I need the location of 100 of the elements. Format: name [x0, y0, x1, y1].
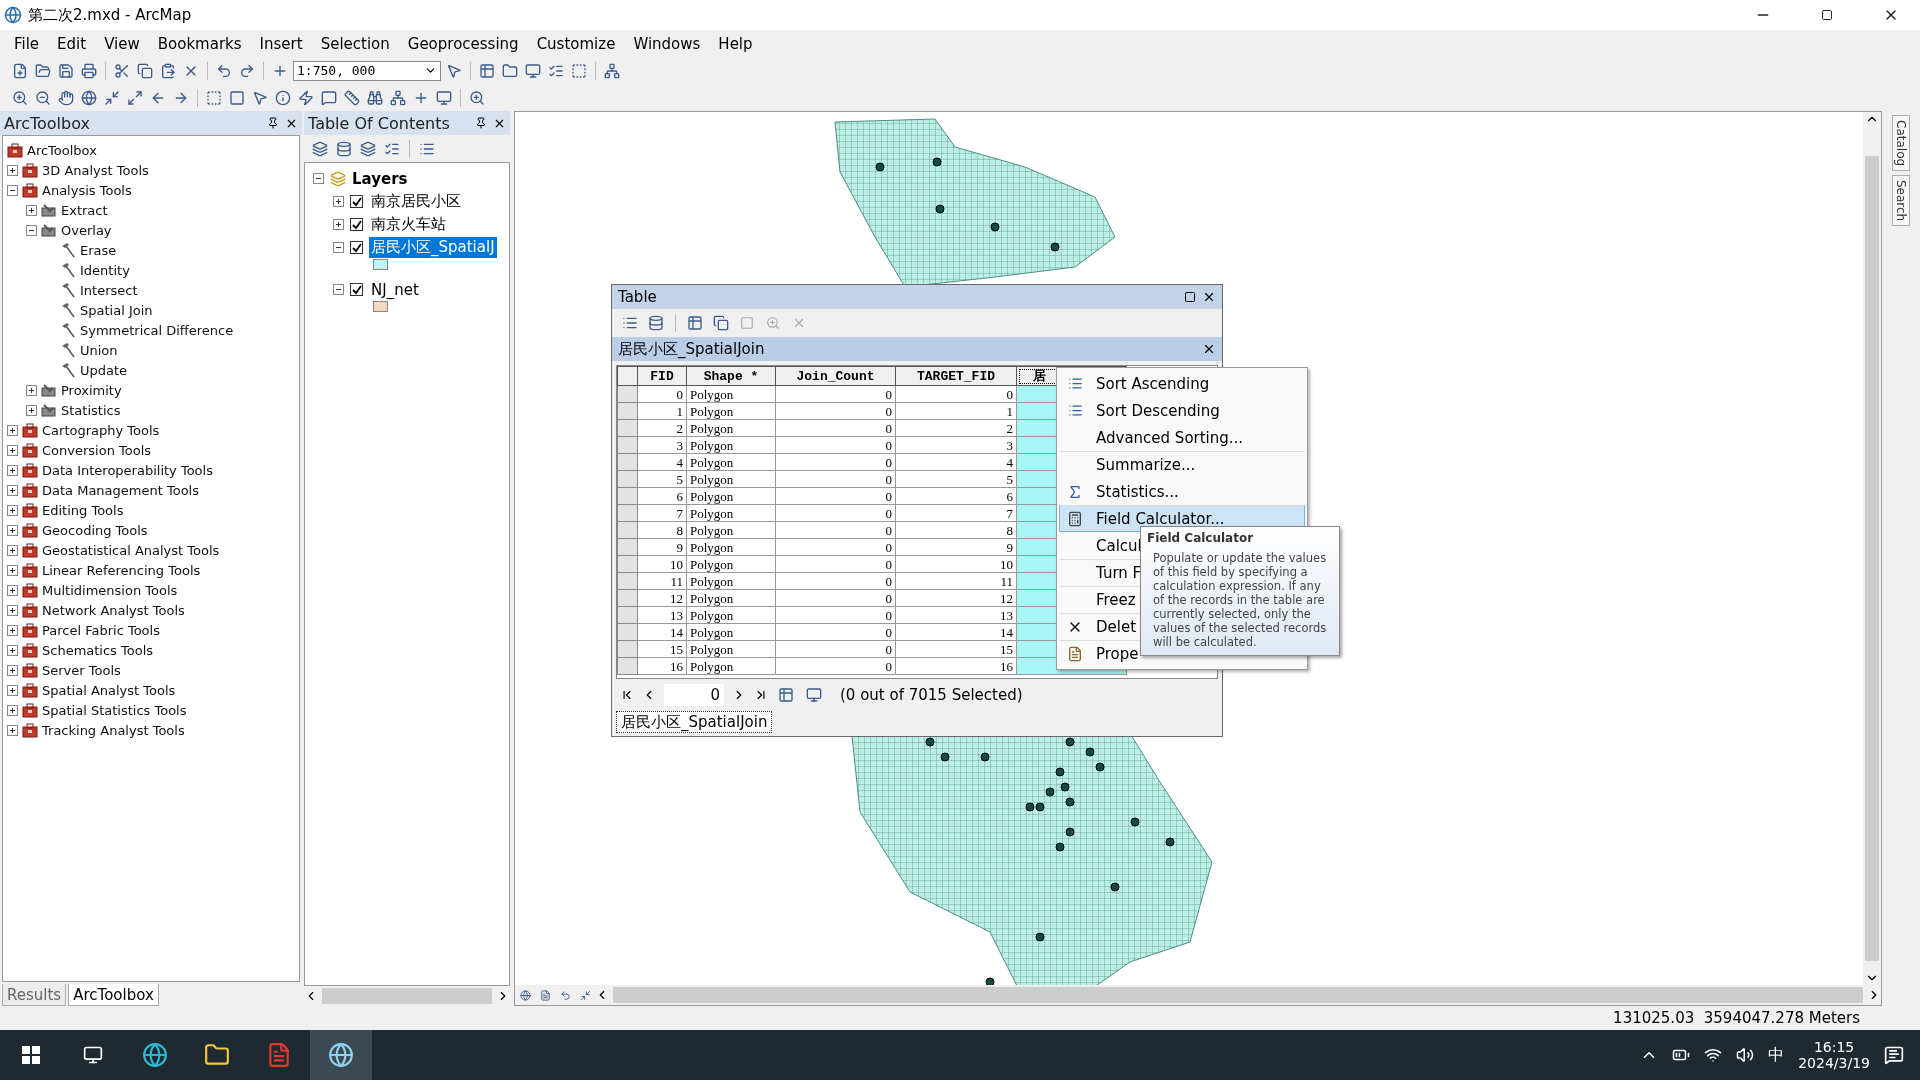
record-field[interactable]: 0: [664, 684, 724, 706]
scrollbar-thumb[interactable]: [1865, 156, 1879, 961]
close-icon[interactable]: [1202, 342, 1216, 356]
tree-item[interactable]: Geostatistical Analyst Tools: [42, 542, 220, 558]
tree-item[interactable]: Conversion Tools: [42, 442, 152, 458]
tree-item[interactable]: Data Management Tools: [42, 482, 199, 498]
checkbox[interactable]: [350, 218, 363, 231]
expand-icon[interactable]: [333, 219, 344, 230]
scrollbar-thumb[interactable]: [322, 988, 492, 1004]
tree-item[interactable]: Editing Tools: [42, 502, 124, 518]
pin-icon[interactable]: [267, 117, 279, 129]
tree-item[interactable]: Spatial Statistics Tools: [42, 702, 187, 718]
expand-icon[interactable]: [7, 584, 18, 596]
globe-app-icon[interactable]: [310, 1030, 372, 1080]
expand-icon[interactable]: [7, 604, 18, 616]
speaker-icon[interactable]: [1736, 1046, 1755, 1064]
tree-item[interactable]: ArcToolbox: [27, 142, 97, 158]
tree-item[interactable]: Geocoding Tools: [42, 522, 148, 538]
menu-item[interactable]: View: [96, 32, 148, 55]
expand-icon[interactable]: [26, 384, 37, 396]
menu-item[interactable]: Bookmarks: [149, 32, 250, 55]
expand-icon[interactable]: [7, 624, 18, 636]
last-record-icon[interactable]: [754, 688, 768, 702]
tree-item[interactable]: Layers: [352, 169, 408, 188]
expand-icon[interactable]: [26, 404, 37, 416]
expand-icon[interactable]: [7, 564, 18, 576]
side-tab[interactable]: Search: [1892, 175, 1910, 227]
side-tab[interactable]: Catalog: [1892, 115, 1910, 172]
menu-item[interactable]: Sort Descending: [1059, 397, 1305, 424]
layer-name[interactable]: 南京居民小区: [369, 191, 463, 212]
expand-icon[interactable]: [7, 504, 18, 516]
expand-icon[interactable]: [7, 484, 18, 496]
expand-icon[interactable]: [7, 524, 18, 536]
layer-name[interactable]: 南京火车站: [369, 214, 448, 235]
checkbox[interactable]: [350, 241, 363, 254]
tree-item[interactable]: Network Analyst Tools: [42, 602, 185, 618]
menu-item[interactable]: Geoprocessing: [399, 32, 527, 55]
menu-item[interactable]: Sort Ascending: [1059, 370, 1305, 397]
restore-icon[interactable]: [1821, 9, 1833, 21]
expand-icon[interactable]: [7, 664, 18, 676]
tree-item[interactable]: Data Interoperability Tools: [42, 462, 213, 478]
expand-icon[interactable]: [7, 704, 18, 716]
tree-item[interactable]: Symmetrical Difference: [80, 322, 234, 338]
tree-item[interactable]: Proximity: [61, 382, 122, 398]
menu-item[interactable]: Edit: [49, 32, 95, 55]
menu-item[interactable]: Statistics...: [1059, 478, 1305, 505]
tree-item[interactable]: Tracking Analyst Tools: [42, 722, 185, 738]
menu-item[interactable]: Windows: [625, 32, 709, 55]
checkbox[interactable]: [350, 283, 363, 296]
maximize-icon[interactable]: [1184, 291, 1196, 303]
menu-item[interactable]: Help: [710, 32, 761, 55]
menu-item[interactable]: Selection: [312, 32, 398, 55]
panel-tab[interactable]: ArcToolbox: [68, 984, 159, 1006]
expand-icon[interactable]: [333, 196, 344, 207]
tree-item[interactable]: Linear Referencing Tools: [42, 562, 201, 578]
tree-item[interactable]: Spatial Join: [80, 302, 153, 318]
tree-item[interactable]: Multidimension Tools: [42, 582, 178, 598]
column-header[interactable]: Shape *: [686, 366, 776, 386]
tree-item[interactable]: Analysis Tools: [42, 182, 132, 198]
first-record-icon[interactable]: [620, 688, 634, 702]
tree-item[interactable]: Update: [80, 362, 128, 378]
scale-dropdown[interactable]: 1:750, 000: [293, 60, 441, 81]
close-icon[interactable]: [1202, 290, 1216, 304]
menu-item[interactable]: Summarize...: [1059, 451, 1305, 478]
collapse-icon[interactable]: [313, 173, 324, 184]
wifi-icon[interactable]: [1704, 1046, 1723, 1064]
collapse-icon[interactable]: [333, 284, 344, 295]
tree-item[interactable]: Extract: [61, 202, 108, 218]
table-tab[interactable]: 居民小区_SpatialJoin: [616, 711, 773, 733]
collapse-icon[interactable]: [26, 224, 37, 236]
notification-icon[interactable]: [1884, 1045, 1904, 1065]
tree-item[interactable]: Spatial Analyst Tools: [42, 682, 176, 698]
layer-name[interactable]: 居民小区_SpatialJ: [369, 237, 497, 258]
collapse-icon[interactable]: [7, 184, 18, 196]
panel-tab[interactable]: Results: [2, 984, 67, 1006]
expand-icon[interactable]: [7, 544, 18, 556]
layer-name[interactable]: NJ_net: [369, 279, 421, 300]
tree-item[interactable]: Overlay: [61, 222, 112, 238]
pin-icon[interactable]: [475, 117, 487, 129]
column-header[interactable]: Join_Count: [775, 366, 896, 386]
tree-item[interactable]: Union: [80, 342, 118, 358]
menu-item[interactable]: Insert: [251, 32, 311, 55]
tree-item[interactable]: Parcel Fabric Tools: [42, 622, 160, 638]
expand-icon[interactable]: [7, 444, 18, 456]
input-method-indicator[interactable]: 中: [1768, 1044, 1785, 1066]
menu-item[interactable]: Customize: [528, 32, 624, 55]
tree-item[interactable]: Schematics Tools: [42, 642, 154, 658]
expand-icon[interactable]: [7, 684, 18, 696]
tree-item[interactable]: 3D Analyst Tools: [42, 162, 149, 178]
expand-icon[interactable]: [26, 204, 37, 216]
tree-item[interactable]: Statistics: [61, 402, 121, 418]
expand-icon[interactable]: [7, 724, 18, 736]
expand-icon[interactable]: [7, 464, 18, 476]
collapse-icon[interactable]: [333, 242, 344, 253]
tree-item[interactable]: Intersect: [80, 282, 138, 298]
tree-item[interactable]: Identity: [80, 262, 130, 278]
expand-icon[interactable]: [7, 164, 18, 176]
menu-item[interactable]: File: [6, 32, 48, 55]
checkbox[interactable]: [350, 195, 363, 208]
expand-icon[interactable]: [7, 424, 18, 436]
